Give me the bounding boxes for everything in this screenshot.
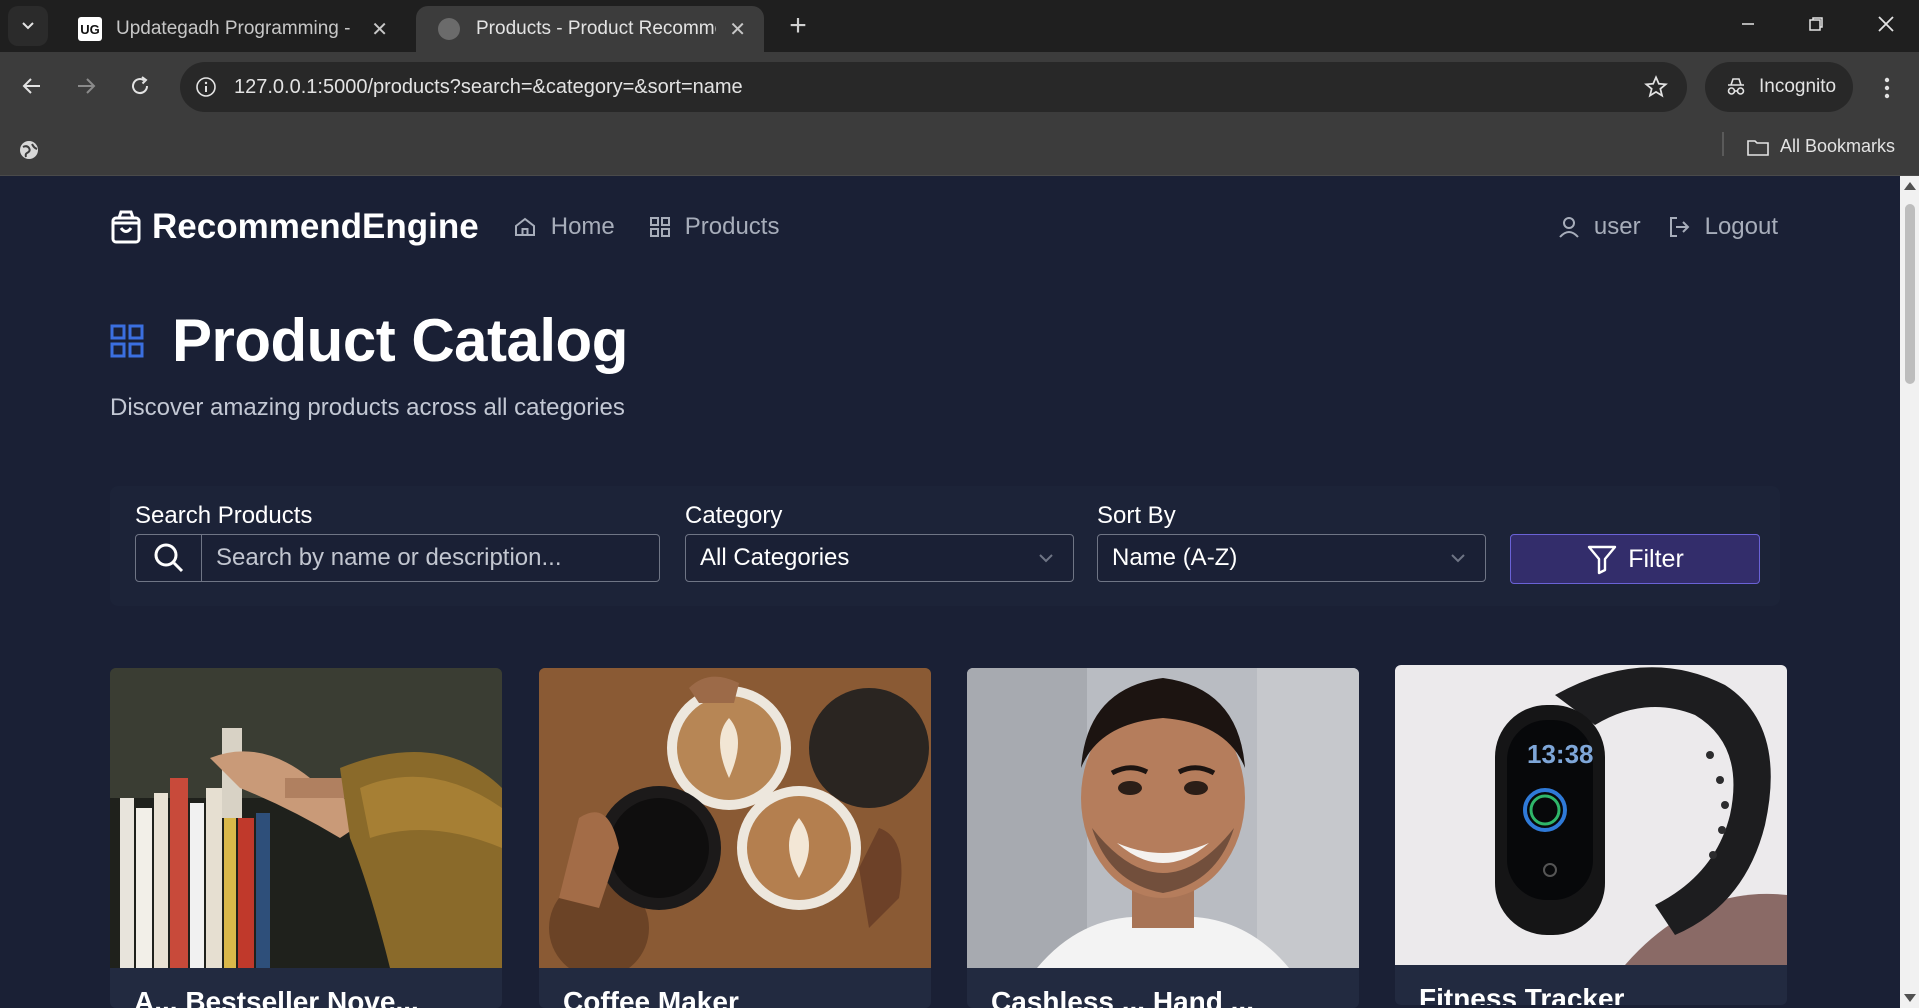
all-bookmarks-label: All Bookmarks [1780, 136, 1896, 156]
ug-favicon-icon: UG [78, 17, 102, 41]
product-name: Fitness Tracker [1419, 983, 1625, 1005]
grid-icon [649, 217, 670, 237]
shopping-bag-icon [111, 210, 141, 244]
all-bookmarks-button[interactable]: All Bookmarks [1746, 136, 1895, 157]
chevron-down-icon [1039, 554, 1053, 563]
tab-title: Updategadh Programming - Up [116, 18, 356, 39]
logout-label: Logout [1704, 213, 1778, 240]
incognito-icon [1727, 78, 1745, 95]
close-icon [1878, 16, 1894, 32]
category-selected-value: All Categories [700, 544, 850, 571]
product-image-fitness-band: 13:38 [1395, 665, 1787, 965]
product-card[interactable]: 13:38 Fitness Tracker [1395, 665, 1787, 1005]
grid-icon [110, 324, 144, 357]
nav-link-label: Home [550, 213, 615, 240]
nav-link-products[interactable]: Products [649, 213, 780, 241]
top-navigation: RecommendEngine Home Products user Logou… [110, 202, 1778, 252]
page-content: RecommendEngine Home Products user Logou… [0, 176, 1900, 1008]
funnel-icon [1588, 545, 1617, 575]
browser-tab-strip: UG Updategadh Programming - Up ✕ Product… [0, 0, 1919, 52]
svg-text:13:38: 13:38 [1527, 739, 1594, 769]
page-subtitle: Discover amazing products across all cat… [110, 394, 625, 421]
brand-name: RecommendEngine [152, 207, 479, 246]
search-input[interactable] [202, 535, 659, 581]
catalog-header: Product Catalog [110, 306, 628, 375]
category-select[interactable]: All Categories [685, 534, 1074, 582]
restore-button[interactable] [1796, 8, 1836, 40]
chevron-down-icon [22, 22, 34, 30]
logout-icon [1669, 217, 1690, 237]
browser-tab-updategadh[interactable]: UG Updategadh Programming - Up ✕ [56, 6, 406, 52]
logout-link[interactable]: Logout [1667, 213, 1778, 241]
folder-icon [1747, 139, 1769, 156]
scroll-up-arrow-icon[interactable] [1904, 182, 1916, 190]
product-image-books [110, 668, 502, 968]
kebab-menu-icon [1884, 77, 1890, 99]
nav-link-label: Products [684, 213, 780, 240]
arrow-right-icon [78, 78, 96, 94]
product-name: A... Bestseller Nove... [134, 986, 419, 1008]
tab-search-button[interactable] [8, 6, 48, 46]
incognito-profile-button[interactable]: Incognito [1705, 62, 1853, 112]
bookmarks-divider [1722, 132, 1724, 156]
browser-tab-products[interactable]: Products - Product Recommend ✕ [416, 6, 764, 52]
forward-button[interactable] [66, 66, 106, 106]
browser-toolbar: 127.0.0.1:5000/products?search=&category… [0, 52, 1919, 124]
globe-icon[interactable] [18, 139, 40, 166]
home-icon [514, 217, 535, 236]
user-icon [1559, 217, 1579, 238]
page-title: Product Catalog [172, 307, 628, 374]
category-label: Category [685, 502, 783, 529]
scroll-down-arrow-icon[interactable] [1904, 994, 1916, 1002]
product-grid: A... Bestseller Nove... Coffee Maker Cas… [110, 665, 1790, 1008]
close-window-button[interactable] [1866, 8, 1906, 40]
page-scrollbar[interactable] [1900, 176, 1919, 1008]
globe-icon [438, 18, 460, 40]
sort-label: Sort By [1097, 502, 1176, 529]
brand-link[interactable]: RecommendEngine [110, 207, 479, 247]
filter-button[interactable]: Filter [1510, 534, 1760, 584]
search-label: Search Products [135, 502, 313, 529]
arrow-left-icon [22, 78, 40, 94]
new-tab-button[interactable]: + [780, 8, 816, 44]
filter-button-label: Filter [1628, 544, 1684, 573]
incognito-label: Incognito [1759, 76, 1837, 97]
filter-panel: Search Products Category All Categories … [110, 486, 1780, 606]
username-label: user [1593, 213, 1641, 240]
minimize-button[interactable] [1728, 8, 1768, 40]
address-bar[interactable]: 127.0.0.1:5000/products?search=&category… [180, 62, 1687, 112]
product-image-coffee [539, 668, 931, 968]
product-card[interactable]: A... Bestseller Nove... [110, 668, 502, 1008]
sort-selected-value: Name (A-Z) [1112, 544, 1238, 571]
product-card[interactable]: Cashless ... Hand ... [967, 668, 1359, 1008]
bookmarks-bar: All Bookmarks [0, 124, 1919, 176]
url-text: 127.0.0.1:5000/products?search=&category… [234, 75, 743, 98]
product-image-portrait [967, 668, 1359, 968]
reload-button[interactable] [120, 66, 160, 106]
user-profile-link[interactable]: user [1558, 213, 1641, 241]
search-group [135, 534, 660, 582]
tab-title: Products - Product Recommend [476, 18, 716, 39]
product-card[interactable]: Coffee Maker [539, 668, 931, 1008]
reload-icon [132, 76, 149, 95]
restore-icon [1809, 17, 1823, 31]
site-info-icon[interactable] [194, 75, 218, 99]
close-icon[interactable]: ✕ [729, 17, 746, 42]
chevron-down-icon [1451, 554, 1465, 563]
product-name: Coffee Maker [563, 986, 739, 1008]
browser-menu-button[interactable] [1872, 70, 1902, 106]
search-icon [136, 535, 202, 581]
sort-select[interactable]: Name (A-Z) [1097, 534, 1486, 582]
scroll-thumb[interactable] [1905, 204, 1915, 384]
minimize-icon [1742, 23, 1754, 25]
user-menu: user Logout [1532, 202, 1778, 252]
nav-link-home[interactable]: Home [513, 213, 615, 241]
product-name: Cashless ... Hand ... [991, 986, 1254, 1008]
bookmark-star-icon[interactable] [1643, 74, 1669, 105]
back-button[interactable] [12, 66, 52, 106]
close-icon[interactable]: ✕ [371, 17, 388, 42]
